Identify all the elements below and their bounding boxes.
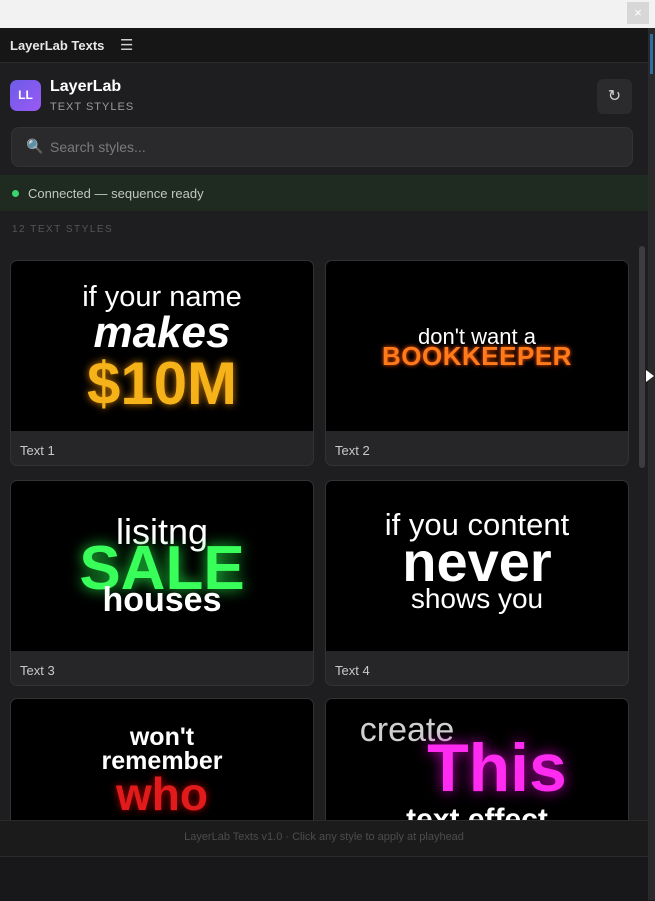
mouse-cursor-icon — [646, 370, 654, 382]
style-card[interactable]: if you content never shows you Text 4 — [325, 480, 629, 686]
status-dot-icon — [12, 190, 19, 197]
style-card-label: Text 4 — [335, 663, 370, 678]
style-preview: if your name makes $10M — [11, 261, 313, 431]
panel-title: LayerLab Texts — [10, 38, 105, 53]
style-card-label: Text 1 — [20, 443, 55, 458]
panel-footer: LayerLab Texts v1.0 · Click any style to… — [0, 820, 648, 856]
host-bottom-area — [0, 856, 648, 901]
hamburger-menu-icon[interactable]: ☰ — [120, 36, 133, 54]
brand-name: LayerLab — [50, 78, 122, 95]
preview-line: This — [427, 730, 567, 806]
style-preview: lisitng SALE houses — [11, 481, 313, 651]
preview-line: $10M — [86, 350, 238, 417]
preview-line: shows you — [410, 583, 544, 614]
connection-status-bar: Connected — sequence ready — [0, 175, 648, 211]
app-logo: LL — [10, 80, 41, 111]
scrollbar-thumb[interactable] — [639, 246, 645, 468]
style-card-label: Text 2 — [335, 443, 370, 458]
style-card-label: Text 3 — [20, 663, 55, 678]
brand-subtitle: TEXT STYLES — [50, 101, 135, 113]
preview-line: houses — [102, 581, 222, 619]
styles-count: 12 TEXT STYLES — [12, 224, 114, 235]
search-input[interactable]: Search styles... — [50, 139, 146, 155]
panel-titlebar: LayerLab Texts ☰ — [0, 28, 648, 63]
style-card[interactable]: if your name makes $10M Text 1 — [10, 260, 314, 466]
style-card[interactable]: don't want a BOOKKEEPER Text 2 — [325, 260, 629, 466]
preview-line: who — [116, 768, 208, 820]
extension-panel: LayerLab Texts ☰ LL LayerLab TEXT STYLES… — [0, 28, 649, 856]
close-icon[interactable]: × — [627, 2, 649, 24]
refresh-icon: ↻ — [607, 88, 622, 105]
search-icon: 🔍 — [26, 138, 44, 154]
footer-text: LayerLab Texts v1.0 · Click any style to… — [184, 831, 464, 843]
host-edge-marker — [650, 34, 653, 74]
host-window-strip: × — [0, 0, 655, 28]
host-right-edge — [648, 28, 655, 900]
preview-line: BOOKKEEPER — [382, 341, 572, 371]
style-card[interactable]: lisitng SALE houses Text 3 — [10, 480, 314, 686]
style-preview: if you content never shows you — [326, 481, 628, 651]
style-preview: don't want a BOOKKEEPER — [326, 261, 628, 431]
search-box[interactable]: 🔍 Search styles... — [11, 127, 633, 167]
status-text: Connected — sequence ready — [28, 186, 204, 201]
refresh-button[interactable]: ↻ — [597, 79, 632, 114]
